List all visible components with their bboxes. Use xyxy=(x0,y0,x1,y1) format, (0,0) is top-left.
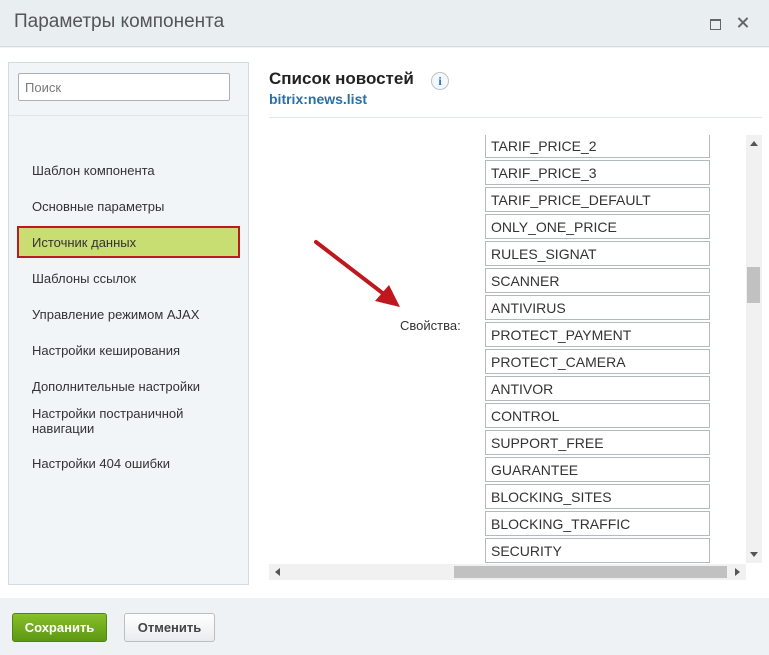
list-item[interactable]: BLOCKING_SITES xyxy=(485,484,710,509)
sidebar-divider xyxy=(9,115,248,116)
properties-label: Свойства: xyxy=(400,318,461,333)
scroll-left-icon[interactable] xyxy=(275,568,280,576)
list-item[interactable]: TARIF_PRICE_2 xyxy=(485,135,710,158)
sidebar-item-label: Управление режимом AJAX xyxy=(32,306,200,322)
sidebar: Шаблон компонента Основные параметры Источ… xyxy=(8,62,249,585)
sidebar-item-label: Настройки 404 ошибки xyxy=(32,455,170,471)
maximize-icon[interactable] xyxy=(707,15,723,31)
sidebar-item[interactable]: Настройки 404 ошибки xyxy=(17,447,240,479)
sidebar-item-label: Шаблон компонента xyxy=(32,162,155,178)
sidebar-item[interactable]: Настройки постраничной навигации xyxy=(17,401,240,441)
list-item[interactable]: SCANNER xyxy=(485,268,710,293)
header-divider xyxy=(269,117,762,118)
properties-viewport: Свойства: TARIF_PRICE_2 TARIF_PRICE_3 TARI… xyxy=(269,135,746,563)
list-item[interactable]: ANTIVIRUS xyxy=(485,295,710,320)
sidebar-item-label: Шаблоны ссылок xyxy=(32,270,137,286)
window-titlebar: Параметры компонента xyxy=(0,0,769,47)
sidebar-item[interactable]: Шаблон компонента xyxy=(17,154,240,186)
dialog-content: Шаблон компонента Основные параметры Источ… xyxy=(0,48,769,598)
window-title: Параметры компонента xyxy=(14,11,225,32)
sidebar-item[interactable]: Дополнительные настройки xyxy=(17,370,240,402)
pointer-arrow-icon xyxy=(314,240,400,307)
vertical-scroll-thumb[interactable] xyxy=(747,267,760,303)
sidebar-item-label: Настройки постраничной навигации xyxy=(32,406,184,436)
sidebar-item[interactable]: Настройки кеширования xyxy=(17,334,240,366)
info-icon[interactable]: i xyxy=(431,72,449,90)
sidebar-item[interactable]: Источник данных xyxy=(17,226,240,258)
sidebar-item-label: Дополнительные настройки xyxy=(32,378,201,394)
properties-multiselect[interactable]: TARIF_PRICE_2 TARIF_PRICE_3 TARIF_PRICE_DE… xyxy=(485,135,710,563)
sidebar-item-label: Основные параметры xyxy=(32,198,165,214)
list-item[interactable]: CONTROL xyxy=(485,403,710,428)
search-input[interactable] xyxy=(18,73,230,101)
scroll-up-icon[interactable] xyxy=(750,141,758,146)
cancel-button[interactable]: Отменить xyxy=(124,613,215,642)
sidebar-item-label: Источник данных xyxy=(32,234,137,250)
list-item[interactable]: PROTECT_CAMERA xyxy=(485,349,710,374)
scroll-right-icon[interactable] xyxy=(735,568,740,576)
list-item[interactable]: ONLY_ONE_PRICE xyxy=(485,214,710,239)
sidebar-item[interactable]: Шаблоны ссылок xyxy=(17,262,240,294)
sidebar-item-label: Настройки кеширования xyxy=(32,342,181,358)
vertical-scrollbar[interactable] xyxy=(746,135,762,563)
list-item[interactable]: GUARANTEE xyxy=(485,457,710,482)
page-title: Список новостей xyxy=(269,69,414,88)
horizontal-scroll-thumb[interactable] xyxy=(454,566,727,578)
sidebar-item[interactable]: Управление режимом AJAX xyxy=(17,298,240,330)
list-item[interactable]: PROTECT_PAYMENT xyxy=(485,322,710,347)
list-item[interactable]: TARIF_PRICE_3 xyxy=(485,160,710,185)
sidebar-item[interactable]: Основные параметры xyxy=(17,190,240,222)
list-item[interactable]: ANTIVOR xyxy=(485,376,710,401)
list-item[interactable]: BLOCKING_TRAFFIC xyxy=(485,511,710,536)
component-code: bitrix:news.list xyxy=(269,91,368,107)
list-item[interactable]: TARIF_PRICE_DEFAULT xyxy=(485,187,710,212)
list-item[interactable]: SECURITY xyxy=(485,538,710,563)
list-item[interactable]: RULES_SIGNAT xyxy=(485,241,710,266)
list-item[interactable]: SUPPORT_FREE xyxy=(485,430,710,455)
close-icon[interactable] xyxy=(735,15,751,31)
save-button[interactable]: Сохранить xyxy=(12,613,107,642)
scroll-down-icon[interactable] xyxy=(750,552,758,557)
horizontal-scrollbar[interactable] xyxy=(269,564,746,580)
dialog-footer: Сохранить Отменить xyxy=(0,598,769,655)
